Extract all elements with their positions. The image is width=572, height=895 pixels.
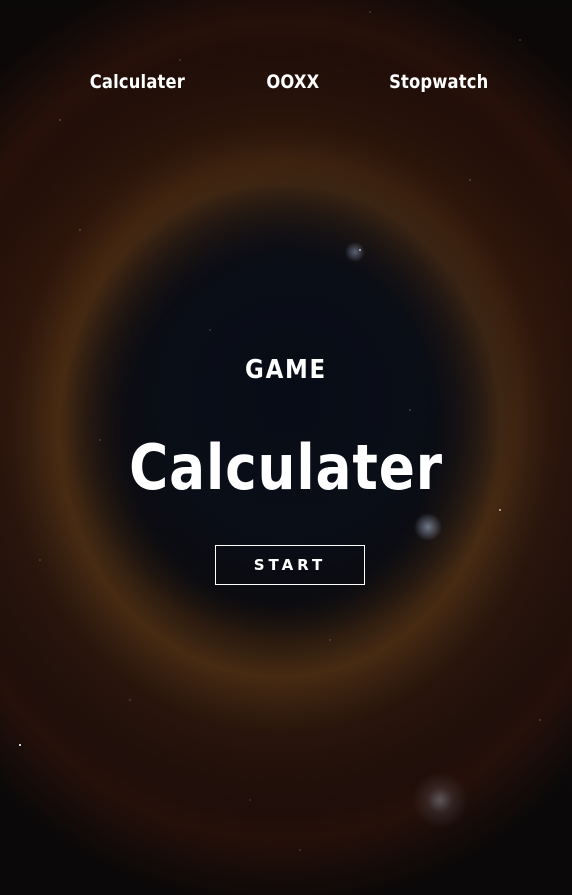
hero-title: Calculater — [129, 431, 443, 504]
hero-kicker: GAME — [245, 355, 327, 385]
start-button[interactable]: START — [215, 545, 365, 585]
hero-section: GAME Calculater START — [0, 0, 572, 895]
page-background: Calculater OOXX Stopwatch GAME Calculate… — [0, 0, 572, 895]
